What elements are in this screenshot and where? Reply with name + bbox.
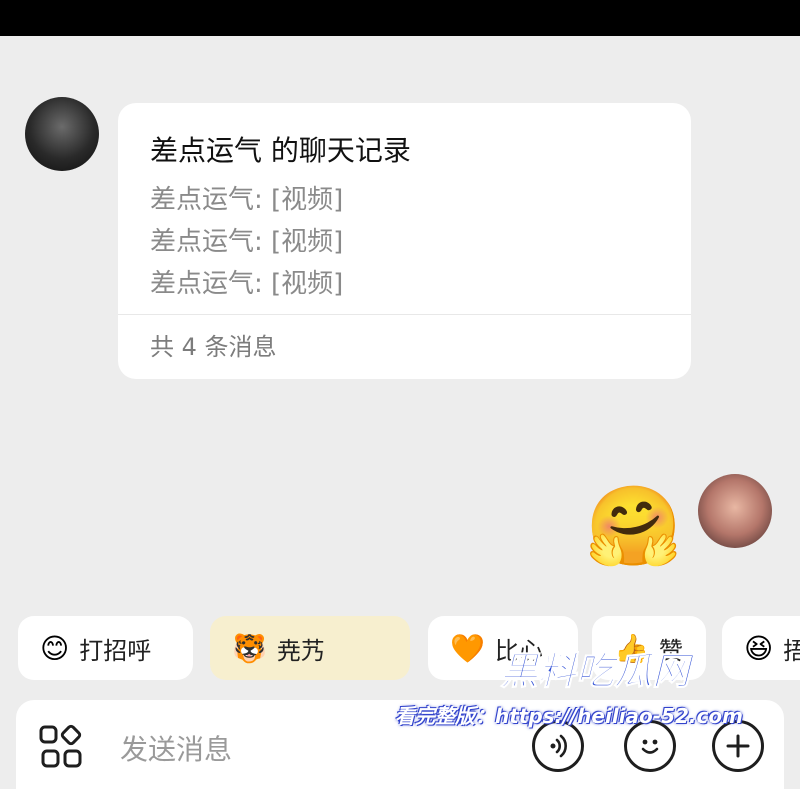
message-count: 共 4 条消息 — [150, 333, 277, 361]
smile-icon: 😊 — [40, 631, 70, 665]
plus-icon — [726, 734, 750, 758]
more-button[interactable] — [712, 720, 764, 772]
quick-reply-tiger[interactable]: 🐯 尭艿 — [210, 616, 410, 680]
smiley-icon — [641, 739, 659, 754]
quick-reply-label: 赞 — [658, 636, 683, 665]
quick-reply-like[interactable]: 👍 赞 — [592, 616, 706, 680]
quick-reply-label: 捂 — [783, 636, 800, 665]
message-input-bar: 发送消息 — [16, 700, 784, 789]
apps-grid-icon[interactable] — [38, 724, 84, 770]
chat-record-title: 差点运气 的聊天记录 — [150, 134, 411, 167]
quick-reply-greet[interactable]: 😊 打招呼 — [18, 616, 193, 680]
quick-reply-heart[interactable]: 🧡 比心 — [428, 616, 578, 680]
voice-icon — [550, 734, 567, 758]
my-avatar[interactable] — [698, 474, 772, 548]
chat-record-card[interactable]: 差点运气 的聊天记录 差点运气: [视频] 差点运气: [视频] 差点运气: [… — [118, 103, 691, 379]
laugh-icon: 😆 — [744, 631, 774, 665]
emoji-button[interactable] — [624, 720, 676, 772]
card-divider — [118, 314, 691, 315]
message-input[interactable]: 发送消息 — [120, 728, 232, 768]
chat-record-line: 差点运气: [视频] — [150, 185, 344, 215]
tiger-icon: 🐯 — [232, 631, 267, 665]
heart-hands-icon: 🧡 — [450, 631, 485, 665]
chat-record-line: 差点运气: [视频] — [150, 269, 344, 299]
quick-reply-label: 尭艿 — [276, 636, 325, 665]
thumbs-up-icon: 👍 — [614, 631, 649, 665]
voice-button[interactable] — [532, 720, 584, 772]
quick-reply-label: 打招呼 — [79, 636, 152, 665]
hug-sticker[interactable]: 🤗 — [585, 488, 682, 566]
contact-avatar[interactable] — [25, 97, 99, 171]
quick-reply-cover[interactable]: 😆 捂 — [722, 616, 800, 680]
chat-record-line: 差点运气: [视频] — [150, 227, 344, 257]
status-bar — [0, 0, 800, 36]
quick-reply-label: 比心 — [494, 636, 543, 665]
